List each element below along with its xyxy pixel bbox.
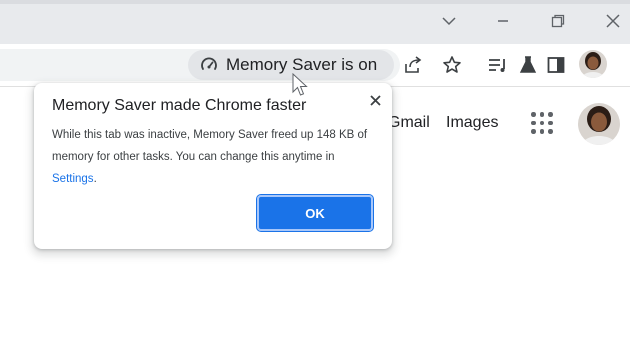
tab-search-chevron-button[interactable] (426, 8, 472, 34)
memory-saver-dialog: Memory Saver made Chrome faster While th… (34, 83, 392, 249)
close-icon (369, 94, 381, 106)
restore-icon (551, 14, 565, 28)
memory-saver-chip-label: Memory Saver is on (226, 55, 378, 74)
minimize-icon (498, 20, 508, 22)
close-icon (606, 14, 620, 28)
side-panel-icon (547, 57, 565, 73)
star-icon (443, 56, 461, 73)
tab-search-icon (489, 59, 505, 72)
dialog-body: While this tab was inactive, Memory Save… (52, 124, 370, 190)
title-bar-edge (0, 0, 630, 4)
toolbar: Memory Saver is on (0, 44, 630, 87)
speedometer-icon (201, 57, 217, 70)
google-apps-icon[interactable] (531, 112, 553, 134)
side-panel-button[interactable] (545, 54, 567, 76)
avatar-image (579, 50, 607, 78)
restore-button[interactable] (535, 8, 581, 34)
close-window-button[interactable] (590, 8, 630, 34)
dialog-title: Memory Saver made Chrome faster (52, 97, 307, 114)
google-account-avatar[interactable] (578, 103, 620, 145)
ok-button[interactable]: OK (256, 194, 374, 232)
gmail-link[interactable]: Gmail (388, 114, 430, 132)
mouse-cursor-icon (292, 73, 308, 96)
share-button[interactable] (402, 54, 424, 76)
dialog-body-text: While this tab was inactive, Memory Save… (52, 129, 368, 163)
dialog-body-end: . (93, 173, 97, 185)
images-link[interactable]: Images (446, 114, 498, 132)
minimize-button[interactable] (480, 8, 526, 34)
settings-link[interactable]: Settings (52, 173, 94, 185)
chevron-down-icon (442, 17, 456, 26)
dialog-close-button[interactable] (366, 91, 384, 109)
title-bar (0, 0, 630, 44)
media-playlist-button[interactable] (487, 54, 509, 76)
memory-saver-chip[interactable]: Memory Saver is on (188, 50, 394, 80)
bookmark-star-button[interactable] (441, 54, 463, 76)
avatar-image (578, 103, 620, 145)
labs-button[interactable] (517, 54, 539, 76)
labs-flask-icon (519, 56, 537, 73)
profile-avatar[interactable] (579, 50, 607, 78)
share-icon (405, 56, 422, 73)
